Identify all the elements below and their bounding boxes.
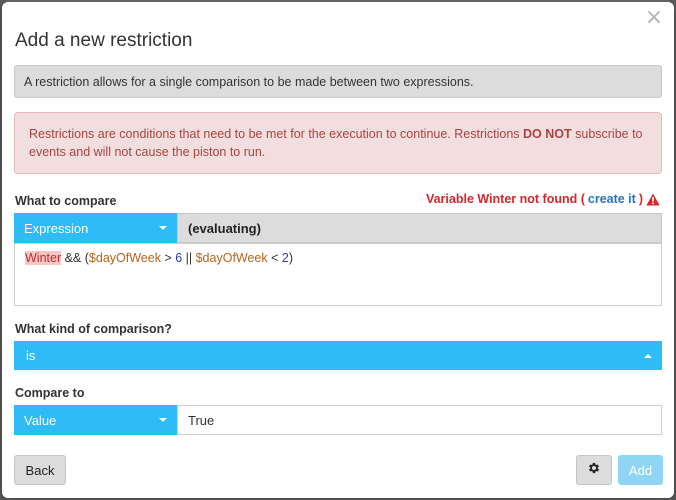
comparison-selected: is (26, 348, 36, 363)
create-variable-link[interactable]: create it (588, 192, 636, 206)
what-to-compare-label: What to compare (15, 194, 117, 208)
restriction-dialog: × Add a new restriction A restriction al… (2, 2, 674, 498)
warning-triangle-icon (646, 193, 660, 206)
expression-token-op: > (160, 251, 176, 265)
variable-error-text: ) (638, 192, 643, 206)
expression-editor[interactable]: Winter && ($dayOfWeek > 6 || $dayOfWeek … (14, 243, 662, 306)
expression-token-op: && ( (61, 251, 89, 265)
chevron-up-icon (644, 353, 652, 358)
value-type-label: Value (24, 412, 57, 428)
value-type-select[interactable]: Value (14, 405, 177, 435)
add-button[interactable]: Add (618, 455, 663, 485)
close-icon[interactable]: × (644, 6, 664, 30)
expression-type-select[interactable]: Expression (14, 213, 177, 243)
settings-button[interactable] (576, 455, 612, 485)
compare-to-row: Value True (14, 405, 662, 435)
chevron-down-icon (159, 418, 167, 422)
expression-type-label: Expression (24, 220, 89, 236)
expression-token-op: < (267, 251, 282, 265)
expression-token-op: || (182, 251, 196, 265)
variable-error-text: Variable Winter not found ( (425, 192, 585, 206)
expression-token-var: $dayOfWeek (195, 251, 268, 265)
comparison-select[interactable]: is (14, 341, 662, 370)
info-message: A restriction allows for a single compar… (14, 65, 662, 98)
warning-text: Restrictions are conditions that need to… (29, 127, 524, 141)
warning-emphasis: DO NOT (523, 127, 572, 141)
expression-token-op: ) (288, 251, 294, 265)
evaluating-status: (evaluating) (177, 213, 662, 243)
expression-token-err: Winter (25, 251, 62, 265)
compare-to-label: Compare to (15, 386, 85, 400)
back-button[interactable]: Back (14, 455, 66, 485)
comparison-kind-label: What kind of comparison? (15, 322, 172, 336)
warning-message: Restrictions are conditions that need to… (14, 112, 662, 174)
expression-token-var: $dayOfWeek (88, 251, 161, 265)
compare-value-input[interactable]: True (177, 405, 662, 435)
gear-icon (587, 461, 601, 480)
chevron-down-icon (159, 226, 167, 230)
dialog-title: Add a new restriction (15, 30, 193, 51)
expression-token-num: 2 (281, 251, 289, 265)
compare-row: Expression (evaluating) (14, 213, 662, 243)
variable-error: Variable Winter not found (create it) (426, 192, 660, 206)
